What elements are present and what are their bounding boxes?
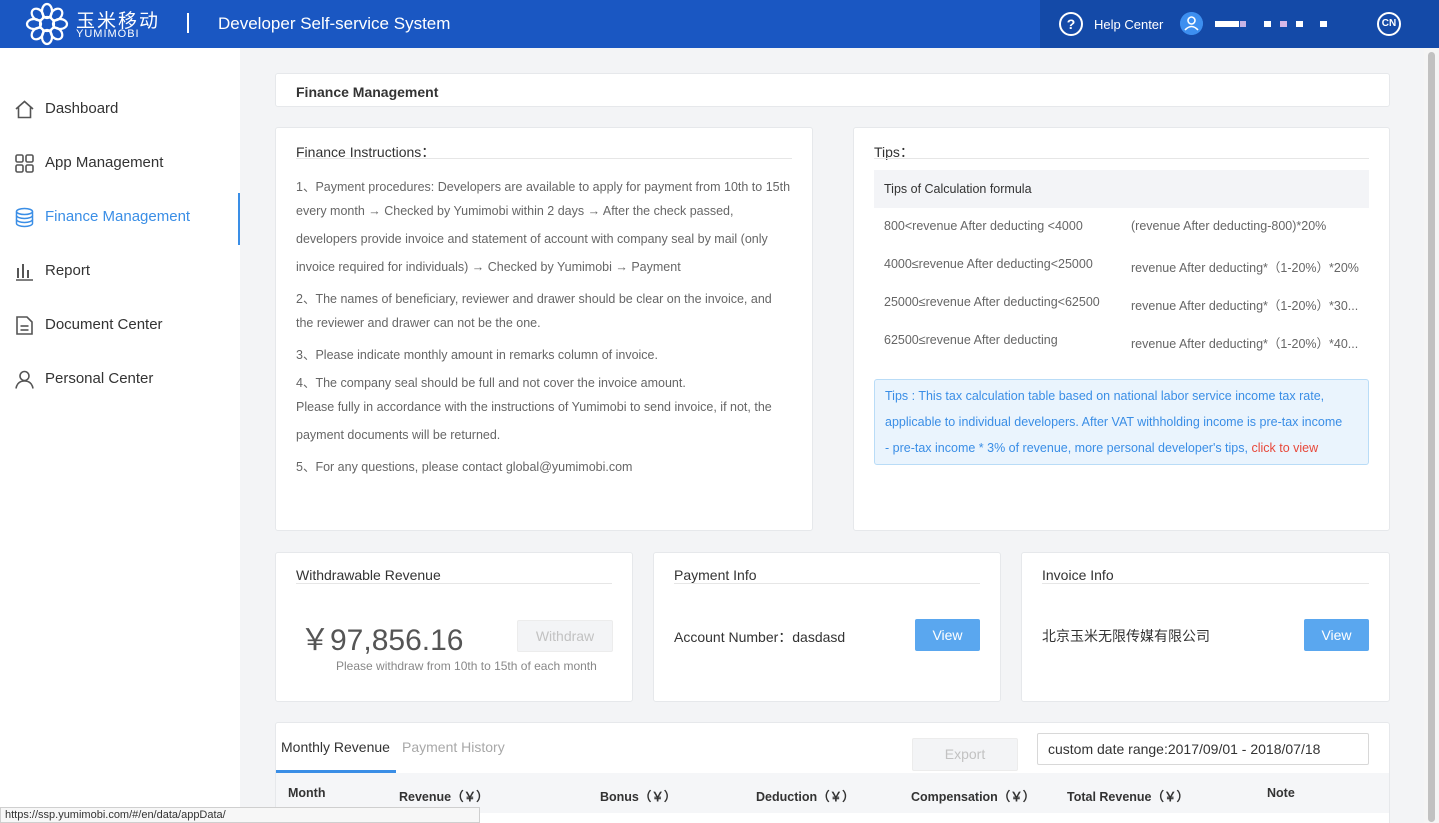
tax-range: 25000≤revenue After deducting<62500	[884, 295, 1100, 309]
masked-username-part	[1296, 21, 1303, 27]
date-range-picker[interactable]: custom date range:2017/09/01 - 2018/07/1…	[1037, 733, 1369, 765]
export-button[interactable]: Export	[912, 738, 1018, 771]
column-header: Note	[1267, 786, 1295, 800]
masked-username-part	[1320, 21, 1327, 27]
grid-icon	[15, 154, 34, 173]
user-avatar-icon[interactable]	[1180, 12, 1203, 35]
instruction-line: 4、The company seal should be full and no…	[296, 376, 686, 390]
sidebar-item-report[interactable]: Report	[0, 247, 240, 295]
column-header: Bonus（￥）	[600, 790, 677, 804]
tips-table-header: Tips of Calculation formula	[874, 170, 1369, 208]
sidebar-item-personal-center[interactable]: Personal Center	[0, 355, 240, 403]
invoice-info-title: Invoice Info	[1042, 567, 1114, 583]
system-title: Developer Self-service System	[218, 14, 451, 33]
sidebar-item-label: Personal Center	[45, 370, 154, 387]
sidebar-item-label: Finance Management	[45, 208, 191, 225]
page-title: Finance Management	[296, 84, 439, 100]
bar-chart-icon	[16, 264, 33, 281]
notice-line-text: - pre-tax income * 3% of revenue, more p…	[885, 441, 1252, 455]
user-icon	[15, 370, 34, 389]
instruction-line: payment documents will be returned.	[296, 428, 501, 442]
sidebar: Dashboard App Management Finance Managem…	[0, 48, 240, 823]
sidebar-item-label: Dashboard	[45, 100, 119, 117]
column-header: Month	[288, 786, 326, 800]
instruction-line: 2、The names of beneficiary, reviewer and…	[296, 292, 772, 306]
invoice-info-card: Invoice Info 北京玉米无限传媒有限公司 View	[1021, 552, 1390, 702]
document-icon	[16, 316, 33, 335]
payment-view-button[interactable]: View	[915, 619, 980, 651]
invoice-view-button[interactable]: View	[1304, 619, 1369, 651]
home-icon	[15, 100, 34, 119]
breadcrumb-card: Finance Management	[275, 73, 1390, 107]
masked-username[interactable]	[1215, 21, 1239, 27]
sidebar-item-label: Document Center	[45, 316, 163, 333]
sidebar-item-label: App Management	[45, 154, 164, 171]
header-divider	[187, 13, 189, 33]
tax-formula: revenue After deducting*（1-20%）*40...	[1131, 337, 1359, 351]
status-bar-url: https://ssp.yumimobi.com/#/en/data/appDa…	[0, 807, 480, 823]
column-header: Deduction（￥）	[756, 790, 855, 804]
payment-info-card: Payment Info Account Number：dasdasd View	[653, 552, 1001, 702]
instruction-line: invoice required for individuals) → Chec…	[296, 260, 681, 274]
withdrawable-amount: ￥97,856.16	[300, 624, 464, 657]
tab-payment-history[interactable]: Payment History	[402, 739, 505, 755]
sidebar-item-dashboard[interactable]: Dashboard	[0, 85, 240, 133]
scrollbar-thumb[interactable]	[1428, 52, 1435, 822]
tax-range: 62500≤revenue After deducting	[884, 333, 1058, 347]
tax-formula: (revenue After deducting-800)*20%	[1131, 219, 1327, 233]
masked-username-part	[1240, 21, 1246, 27]
instruction-line: developers provide invoice and statement…	[296, 232, 768, 246]
instruction-line: the reviewer and drawer can not be the o…	[296, 316, 541, 330]
sidebar-item-finance-management[interactable]: Finance Management	[0, 193, 240, 245]
divider	[874, 158, 1369, 159]
masked-username-part	[1264, 21, 1271, 27]
withdraw-hint: Please withdraw from 10th to 15th of eac…	[336, 659, 597, 673]
tax-range: 4000≤revenue After deducting<25000	[884, 257, 1093, 271]
instruction-line: 1、Payment procedures: Developers are ava…	[296, 180, 791, 194]
logo-text-en: YUMIMOBI	[76, 28, 140, 40]
tax-notice: Tips : This tax calculation table based …	[874, 379, 1369, 465]
divider	[674, 583, 980, 584]
notice-line: - pre-tax income * 3% of revenue, more p…	[885, 441, 1318, 455]
instructions-title: Finance Instructions：	[296, 144, 436, 160]
tax-formula: revenue After deducting*（1-20%）*30...	[1131, 299, 1359, 313]
divider	[1042, 583, 1369, 584]
coins-icon	[15, 207, 34, 228]
withdrawable-revenue-card: Withdrawable Revenue ￥97,856.16 Withdraw…	[275, 552, 633, 702]
click-to-view-link[interactable]: click to view	[1251, 441, 1318, 455]
divider	[296, 583, 612, 584]
tab-monthly-revenue[interactable]: Monthly Revenue	[281, 739, 390, 755]
notice-line: Tips : This tax calculation table based …	[885, 389, 1325, 403]
tips-title: Tips：	[874, 144, 914, 160]
instruction-line: 3、Please indicate monthly amount in rema…	[296, 348, 658, 362]
help-icon[interactable]: ?	[1059, 12, 1083, 36]
language-switch[interactable]: CN	[1377, 12, 1401, 36]
notice-line: applicable to individual developers. Aft…	[885, 415, 1343, 429]
sidebar-item-label: Report	[45, 262, 91, 279]
column-header: Revenue（￥）	[399, 790, 489, 804]
account-number: Account Number：dasdasd	[674, 629, 846, 645]
tips-table-title: Tips of Calculation formula	[884, 182, 1032, 196]
column-header: Compensation（￥）	[911, 790, 1036, 804]
instruction-line: every month → Checked by Yumimobi within…	[296, 204, 734, 218]
withdraw-button[interactable]: Withdraw	[517, 620, 613, 652]
payment-info-title: Payment Info	[674, 567, 757, 583]
tax-range: 800<revenue After deducting <4000	[884, 219, 1083, 233]
finance-instructions-card: Finance Instructions： 1、Payment procedur…	[275, 127, 813, 531]
sidebar-item-document-center[interactable]: Document Center	[0, 301, 240, 349]
tax-formula: revenue After deducting*（1-20%）*20%	[1131, 261, 1359, 275]
logo-icon	[25, 2, 69, 46]
divider	[296, 158, 792, 159]
column-header: Total Revenue（￥）	[1067, 790, 1190, 804]
help-center-link[interactable]: Help Center	[1094, 17, 1163, 32]
tips-card: Tips： Tips of Calculation formula 800<re…	[853, 127, 1390, 531]
sidebar-item-app-management[interactable]: App Management	[0, 139, 240, 187]
top-header: 玉米移动 YUMIMOBI Developer Self-service Sys…	[0, 0, 1439, 48]
masked-username-part	[1280, 21, 1287, 27]
instruction-line: Please fully in accordance with the inst…	[296, 400, 772, 414]
withdrawable-title: Withdrawable Revenue	[296, 567, 441, 583]
instruction-line: 5、For any questions, please contact glob…	[296, 460, 633, 474]
company-name: 北京玉米无限传媒有限公司	[1042, 629, 1210, 645]
